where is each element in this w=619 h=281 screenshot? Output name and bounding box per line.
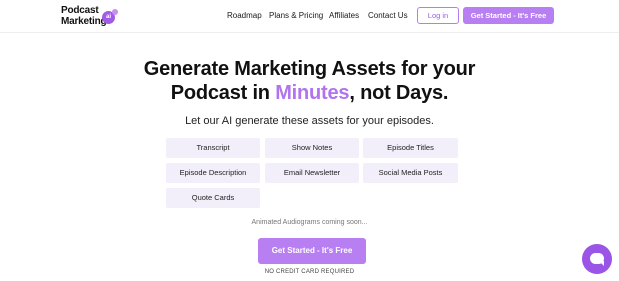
asset-chip-email-newsletter: Email Newsletter — [265, 163, 359, 183]
main-get-started-button[interactable]: Get Started - It's Free — [258, 238, 366, 264]
asset-chip-show-notes: Show Notes — [265, 138, 359, 158]
nav-roadmap[interactable]: Roadmap — [227, 11, 262, 21]
nav-plans-pricing[interactable]: Plans & Pricing — [269, 11, 323, 21]
nav-affiliates[interactable]: Affiliates — [329, 11, 359, 21]
asset-chip-episode-titles: Episode Titles — [363, 138, 458, 158]
asset-chip-transcript: Transcript — [166, 138, 260, 158]
logo[interactable]: Podcast Marketing ai — [61, 5, 121, 27]
logo-line-2: Marketing — [61, 16, 107, 27]
asset-chip-quote-cards: Quote Cards — [166, 188, 260, 208]
hero-title-prefix: Podcast in — [170, 82, 276, 104]
coming-soon-note: Animated Audiograms coming soon... — [251, 219, 368, 226]
hero-title-line-2: Podcast in Minutes, not Days. — [0, 81, 619, 105]
nav-contact-us[interactable]: Contact Us — [368, 11, 408, 21]
header-get-started-button[interactable]: Get Started - It's Free — [463, 7, 554, 24]
asset-chip-episode-description: Episode Description — [166, 163, 260, 183]
hero-title-line-1: Generate Marketing Assets for your — [143, 58, 476, 80]
hero-subtitle: Let our AI generate these assets for you… — [185, 115, 434, 127]
logo-badge: ai — [102, 9, 118, 24]
asset-chip-social-media-posts: Social Media Posts — [363, 163, 458, 183]
no-credit-card-note: NO CREDIT CARD REQUIRED — [264, 269, 355, 275]
chat-icon — [590, 253, 604, 266]
hero-title-suffix: , not Days. — [349, 82, 449, 104]
hero-title-accent: Minutes — [275, 82, 350, 104]
logo-line-1: Podcast — [61, 5, 99, 16]
site-header: Podcast Marketing ai Roadmap Plans & Pri… — [0, 0, 619, 33]
chat-button[interactable] — [582, 244, 612, 274]
login-button[interactable]: Log in — [417, 7, 459, 24]
